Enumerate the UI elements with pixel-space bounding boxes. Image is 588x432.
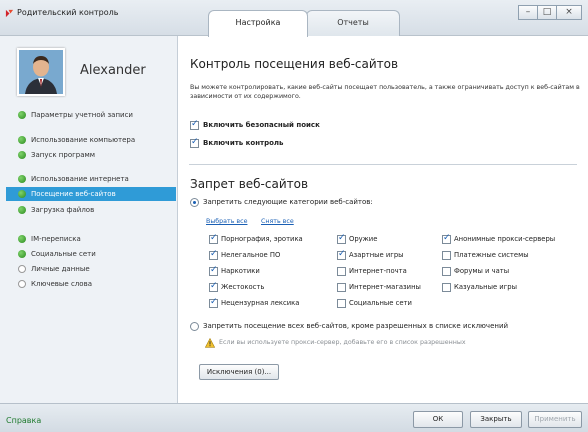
category-label[interactable]: Казуальные игры	[454, 283, 517, 291]
sidebar-item-website-visits[interactable]: Посещение веб-сайтов	[6, 187, 176, 201]
enable-control-checkbox[interactable]	[190, 137, 199, 148]
person-icon	[19, 50, 63, 94]
sidebar-item-label: IM-переписка	[31, 235, 81, 243]
category-label[interactable]: Азартные игры	[349, 251, 404, 259]
block-all-radio[interactable]	[190, 322, 199, 331]
category-label[interactable]: Оружие	[349, 235, 377, 243]
status-on-icon	[18, 151, 26, 159]
category-checkbox[interactable]	[209, 265, 218, 276]
sidebar-item-social-networks[interactable]: Социальные сети	[18, 247, 176, 261]
category-checkbox[interactable]	[209, 249, 218, 260]
block-categories-radio[interactable]	[190, 198, 199, 207]
category-checkbox[interactable]	[442, 233, 451, 244]
sidebar-item-label: Ключевые слова	[31, 280, 92, 288]
tab-reports[interactable]: Отчеты	[306, 10, 400, 36]
category-label[interactable]: Социальные сети	[349, 299, 412, 307]
sidebar-item-program-launch[interactable]: Запуск программ	[18, 148, 176, 162]
sidebar-item-label: Личные данные	[31, 265, 90, 273]
category-label[interactable]: Нелегальное ПО	[221, 251, 280, 259]
sidebar-item-label: Параметры учетной записи	[31, 111, 133, 119]
window-controls: – □ ×	[518, 5, 582, 20]
status-on-icon	[18, 235, 26, 243]
category-label[interactable]: Интернет-почта	[349, 267, 407, 275]
maximize-button[interactable]: □	[537, 5, 557, 20]
sidebar: Alexander Параметры учетной записи Испол…	[0, 36, 178, 403]
category-checkbox[interactable]	[442, 251, 451, 260]
status-on-icon	[18, 111, 26, 119]
parental-control-app-icon	[5, 9, 14, 18]
tab-settings[interactable]: Настройка	[208, 10, 308, 37]
safe-search-checkbox[interactable]	[190, 119, 199, 130]
sidebar-item-im[interactable]: IM-переписка	[18, 232, 176, 246]
category-checkbox[interactable]	[337, 267, 346, 276]
window-title: Родительский контроль	[17, 8, 119, 17]
footer-bar: Справка ОК Закрыть Применить	[0, 403, 588, 432]
category-checkbox[interactable]	[209, 233, 218, 244]
minimize-button[interactable]: –	[518, 5, 538, 20]
sidebar-item-label: Загрузка файлов	[31, 206, 95, 214]
category-checkbox[interactable]	[337, 299, 346, 308]
category-checkbox[interactable]	[442, 283, 451, 292]
safe-search-label[interactable]: Включить безопасный поиск	[203, 121, 320, 129]
sidebar-item-computer-usage[interactable]: Использование компьютера	[18, 133, 176, 147]
sidebar-item-keywords[interactable]: Ключевые слова	[18, 277, 176, 291]
user-avatar	[17, 48, 65, 96]
block-categories-label[interactable]: Запретить следующие категории веб-сайтов…	[203, 198, 373, 206]
block-section-title: Запрет веб-сайтов	[190, 177, 309, 191]
category-label[interactable]: Нецензурная лексика	[221, 299, 299, 307]
sidebar-item-label: Запуск программ	[31, 151, 96, 159]
sidebar-item-account[interactable]: Параметры учетной записи	[18, 108, 176, 122]
clear-all-link[interactable]: Снять все	[261, 218, 294, 225]
category-label[interactable]: Порнография, эротика	[221, 235, 303, 243]
category-label[interactable]: Анонимные прокси-серверы	[454, 235, 555, 243]
sidebar-item-internet-usage[interactable]: Использование интернета	[18, 172, 176, 186]
category-checkbox[interactable]	[209, 297, 218, 308]
category-checkbox[interactable]	[337, 283, 346, 292]
sidebar-item-label: Использование компьютера	[31, 136, 136, 144]
status-on-icon	[18, 206, 26, 214]
enable-control-label[interactable]: Включить контроль	[203, 139, 283, 147]
main-panel: Контроль посещения веб-сайтов Вы можете …	[179, 36, 588, 403]
sidebar-item-label: Посещение веб-сайтов	[31, 190, 116, 198]
warning-icon	[205, 338, 215, 348]
exceptions-button[interactable]: Исключения (0)...	[199, 364, 279, 380]
page-title: Контроль посещения веб-сайтов	[190, 57, 399, 71]
select-all-link[interactable]: Выбрать все	[206, 218, 247, 225]
sidebar-item-label: Социальные сети	[31, 250, 96, 258]
help-link[interactable]: Справка	[6, 416, 41, 425]
status-on-icon	[18, 190, 26, 198]
close-dialog-button[interactable]: Закрыть	[470, 411, 522, 428]
status-on-icon	[18, 136, 26, 144]
sidebar-item-file-downloads[interactable]: Загрузка файлов	[18, 203, 176, 217]
category-checkbox[interactable]	[442, 267, 451, 276]
divider	[189, 164, 577, 165]
sidebar-item-label: Использование интернета	[31, 175, 129, 183]
category-label[interactable]: Наркотики	[221, 267, 260, 275]
ok-button[interactable]: ОК	[413, 411, 463, 428]
category-label[interactable]: Интернет-магазины	[349, 283, 421, 291]
title-bar: Родительский контроль Настройка Отчеты –…	[0, 0, 588, 37]
username: Alexander	[80, 63, 146, 78]
category-checkbox[interactable]	[337, 233, 346, 244]
description-text: Вы можете контролировать, какие веб-сайт…	[190, 84, 580, 100]
sidebar-item-personal-data[interactable]: Личные данные	[18, 262, 176, 276]
status-off-icon	[18, 265, 26, 273]
user-profile: Alexander	[17, 48, 167, 100]
status-on-icon	[18, 250, 26, 258]
category-checkbox[interactable]	[209, 281, 218, 292]
block-all-label[interactable]: Запретить посещение всех веб-сайтов, кро…	[203, 322, 508, 330]
status-off-icon	[18, 280, 26, 288]
category-checkbox[interactable]	[337, 249, 346, 260]
apply-button[interactable]: Применить	[528, 411, 582, 428]
category-label[interactable]: Жестокость	[221, 283, 264, 291]
proxy-hint: Если вы используете прокси-сервер, добав…	[219, 339, 466, 346]
status-on-icon	[18, 175, 26, 183]
category-label[interactable]: Форумы и чаты	[454, 267, 509, 275]
close-button[interactable]: ×	[556, 5, 582, 20]
category-label[interactable]: Платежные системы	[454, 251, 529, 259]
